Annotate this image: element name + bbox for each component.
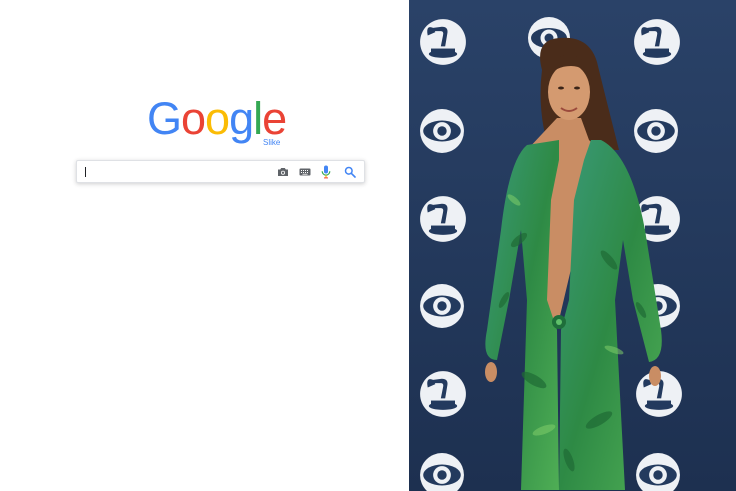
search-input[interactable] (76, 160, 365, 183)
keyboard-icon[interactable] (298, 165, 312, 179)
logo-letter: e (262, 93, 287, 144)
red-carpet-photo (409, 0, 736, 491)
logo-letter: G (147, 93, 182, 144)
logo-letter: l (253, 93, 263, 144)
logo-subtitle: Slike (263, 138, 281, 147)
google-logo: Google Slike (147, 94, 297, 154)
logo-letter: g (229, 93, 254, 144)
image-search-page: Google Slike (0, 0, 409, 491)
logo-wordmark: Google (147, 94, 297, 144)
logo-letter: o (205, 93, 230, 144)
photo-illustration (409, 0, 736, 491)
logo-letter: o (181, 93, 206, 144)
camera-icon[interactable] (276, 165, 290, 179)
search-icon[interactable] (343, 165, 357, 179)
microphone-icon[interactable] (319, 165, 333, 179)
text-caret (85, 167, 86, 177)
